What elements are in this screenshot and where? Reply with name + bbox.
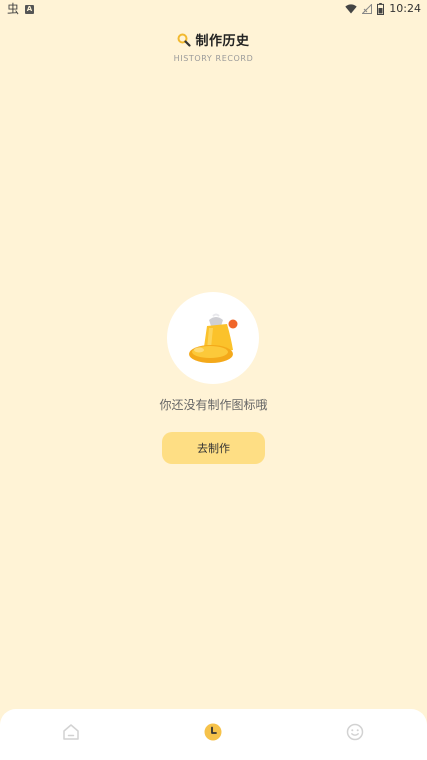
title-row: 制作历史 [0, 30, 427, 49]
bell-icon [189, 313, 238, 363]
page-subtitle: HISTORY RECORD [173, 54, 254, 63]
search-icon [177, 33, 192, 47]
bottom-nav [0, 709, 427, 760]
nav-profile[interactable] [345, 722, 365, 742]
nav-home[interactable] [61, 722, 81, 742]
smiley-icon [346, 723, 364, 741]
wifi-icon [345, 4, 357, 14]
status-bar: 虫 A 10:24 [0, 0, 427, 18]
status-left: 虫 A [7, 2, 35, 16]
app-notification-icon: 虫 [7, 2, 20, 16]
page-header: 制作历史 HISTORY RECORD [0, 30, 427, 63]
empty-illustration [167, 292, 259, 384]
empty-message: 你还没有制作图标哦 [159, 398, 268, 412]
page-title: 制作历史 [195, 34, 250, 49]
status-time: 10:24 [389, 2, 421, 15]
status-right: 10:24 [345, 2, 421, 16]
go-make-button[interactable]: 去制作 [162, 432, 265, 464]
signal-icon [362, 4, 373, 14]
home-icon [63, 724, 79, 740]
battery-icon [377, 3, 385, 15]
clock-icon [204, 723, 222, 741]
nav-history[interactable] [203, 722, 223, 742]
app-a-icon: A [25, 4, 35, 14]
